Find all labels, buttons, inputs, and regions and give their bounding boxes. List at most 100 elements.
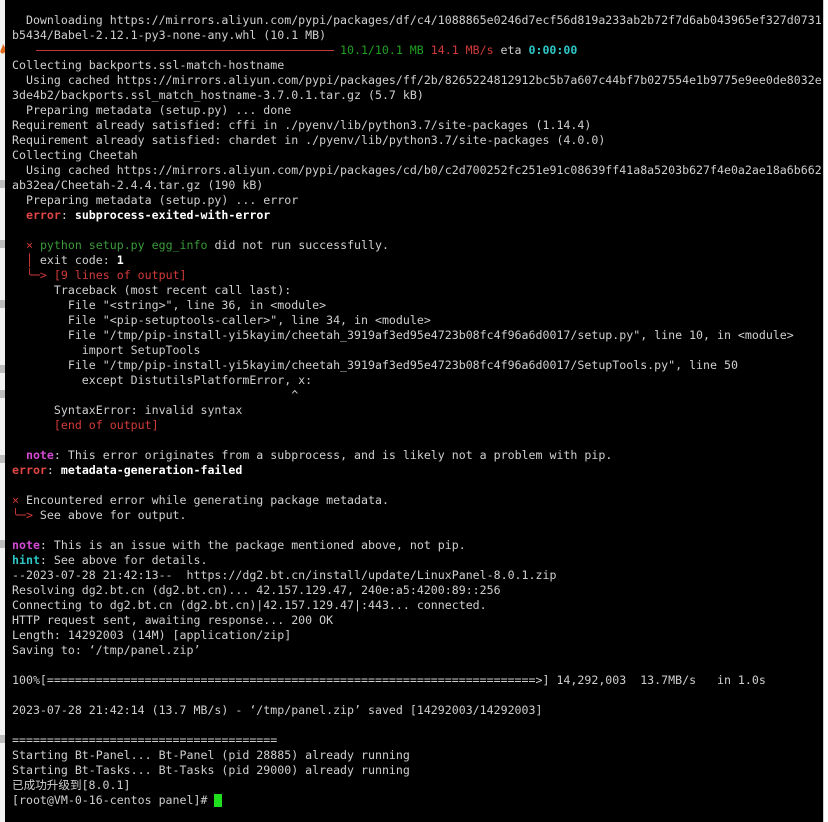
output-text: error [25, 208, 61, 222]
terminal-line: Resolving dg2.bt.cn (dg2.bt.cn)... 42.15… [12, 583, 822, 598]
output-text: × [25, 238, 33, 252]
terminal-line: File "/tmp/pip-install-yi5kayim/cheetah_… [12, 328, 822, 343]
terminal-line: error: subprocess-exited-with-error [12, 208, 822, 223]
terminal-line: 100%[===================================… [12, 673, 822, 688]
terminal-line: File "<string>", line 36, in <module> [12, 298, 822, 313]
output-text: Downloading https://mirrors.aliyun.com/p… [12, 13, 822, 27]
output-text: Saving to: ‘/tmp/panel.zip’ [12, 643, 201, 657]
output-text: SyntaxError: invalid syntax [12, 403, 243, 417]
output-text: 1 [116, 253, 124, 267]
output-text: python setup.py egg_info [39, 238, 208, 252]
output-text: Preparing metadata (setup.py) ... done [12, 103, 292, 117]
output-text: Encountered error while generating packa… [18, 493, 389, 507]
terminal-line: 10.1/10.1 MB 14.1 MB/s eta 0:00:00 [12, 43, 822, 58]
terminal-line: Requirement already satisfied: cffi in .… [12, 118, 822, 133]
output-text: note [25, 448, 54, 462]
output-text: Requirement already satisfied: chardet i… [12, 133, 606, 147]
terminal-line: Traceback (most recent call last): [12, 283, 822, 298]
terminal-line: note: This error originates from a subpr… [12, 448, 822, 463]
terminal-line: Using cached https://mirrors.aliyun.com/… [12, 163, 822, 178]
terminal-line: [end of output] [12, 418, 822, 433]
output-text: File "/tmp/pip-install-yi5kayim/cheetah_… [12, 328, 794, 342]
terminal-line: Downloading https://mirrors.aliyun.com/p… [12, 13, 822, 28]
terminal-line: ╰─> See above for output. [12, 508, 822, 523]
terminal-line: ab32ea/Cheetah-2.4.4.tar.gz (190 kB) [12, 178, 822, 193]
output-text: ╰─> [25, 268, 47, 282]
output-text: : This is an issue with the package ment… [39, 538, 466, 552]
terminal-output: Downloading https://mirrors.aliyun.com/p… [12, 13, 822, 808]
output-text: except DistutilsPlatformError, x: [12, 373, 313, 387]
output-text: Starting Bt-Panel... Bt-Panel (pid 28885… [12, 748, 410, 762]
output-text: 已成功升级到[8.0.1] [12, 778, 131, 792]
output-text: Resolving dg2.bt.cn (dg2.bt.cn)... 42.15… [12, 583, 501, 597]
output-text: note [12, 538, 40, 552]
terminal-line: hint: See above for details. [12, 553, 822, 568]
output-text: : [46, 463, 61, 477]
output-text: Connecting to dg2.bt.cn (dg2.bt.cn)|42.1… [12, 598, 487, 612]
output-text: : [60, 208, 75, 222]
terminal-cursor[interactable] [214, 794, 223, 807]
output-text: 3de4b2/backports.ssl_match_hostname-3.7.… [12, 88, 424, 102]
output-text: metadata-generation-failed [60, 463, 243, 477]
output-text: ^ [12, 388, 299, 402]
output-text: [root@VM-0-16-centos panel]# [12, 793, 215, 807]
output-text: import SetupTools [12, 343, 201, 357]
output-text: 0:00:00 [528, 43, 578, 57]
output-text: hint [12, 553, 40, 567]
output-text: │ [25, 253, 33, 267]
terminal-line: Saving to: ‘/tmp/panel.zip’ [12, 643, 822, 658]
download-progress-bar [36, 50, 334, 51]
output-text: 100%[===================================… [12, 673, 766, 687]
output-text: Starting Bt-Tasks... Bt-Tasks (pid 29000… [12, 763, 410, 777]
output-text: File "/tmp/pip-install-yi5kayim/cheetah_… [12, 358, 738, 372]
terminal-line: note: This is an issue with the package … [12, 538, 822, 553]
terminal-line: 2023-07-28 21:42:14 (13.7 MB/s) - ‘/tmp/… [12, 703, 822, 718]
output-text: 2023-07-28 21:42:14 (13.7 MB/s) - ‘/tmp/… [12, 703, 543, 717]
output-text: [end of output] [53, 418, 159, 432]
terminal-line: Length: 14292003 (14M) [application/zip] [12, 628, 822, 643]
terminal-line: 3de4b2/backports.ssl_match_hostname-3.7.… [12, 88, 822, 103]
terminal-line: × Encountered error while generating pac… [12, 493, 822, 508]
output-text: : This error originates from a subproces… [53, 448, 613, 462]
terminal-line: error: metadata-generation-failed [12, 463, 822, 478]
terminal-window[interactable]: Downloading https://mirrors.aliyun.com/p… [5, 0, 823, 822]
output-text: Using cached https://mirrors.aliyun.com/… [12, 73, 822, 87]
output-text: [9 lines of output] [53, 268, 187, 282]
output-text: ╰─> [12, 508, 33, 522]
terminal-line: Preparing metadata (setup.py) ... error [12, 193, 822, 208]
output-text: HTTP request sent, awaiting response... … [12, 613, 334, 627]
terminal-line: × python setup.py egg_info did not run s… [12, 238, 822, 253]
output-text: : See above for details. [39, 553, 208, 567]
terminal-line: ^ [12, 388, 822, 403]
output-text: Collecting backports.ssl-match-hostname [12, 58, 285, 72]
terminal-line: Using cached https://mirrors.aliyun.com/… [12, 73, 822, 88]
output-text: Requirement already satisfied: cffi in .… [12, 118, 592, 132]
output-text: b5434/Babel-2.12.1-py3-none-any.whl (10.… [12, 28, 327, 42]
terminal-line: Starting Bt-Panel... Bt-Panel (pid 28885… [12, 748, 822, 763]
output-text: ====================================== [12, 733, 278, 747]
output-text: 14.1 MB/s [430, 43, 494, 57]
terminal-line: │ exit code: 1 [12, 253, 822, 268]
terminal-line: b5434/Babel-2.12.1-py3-none-any.whl (10.… [12, 28, 822, 43]
output-text: Preparing metadata (setup.py) ... error [12, 193, 299, 207]
output-text: subprocess-exited-with-error [74, 208, 271, 222]
output-text: Length: 14292003 (14M) [application/zip] [12, 628, 292, 642]
terminal-line: Connecting to dg2.bt.cn (dg2.bt.cn)|42.1… [12, 598, 822, 613]
output-text: exit code: [32, 253, 117, 267]
output-text: did not run successfully. [207, 238, 389, 252]
output-text: eta [493, 43, 529, 57]
output-text: × [12, 493, 19, 507]
